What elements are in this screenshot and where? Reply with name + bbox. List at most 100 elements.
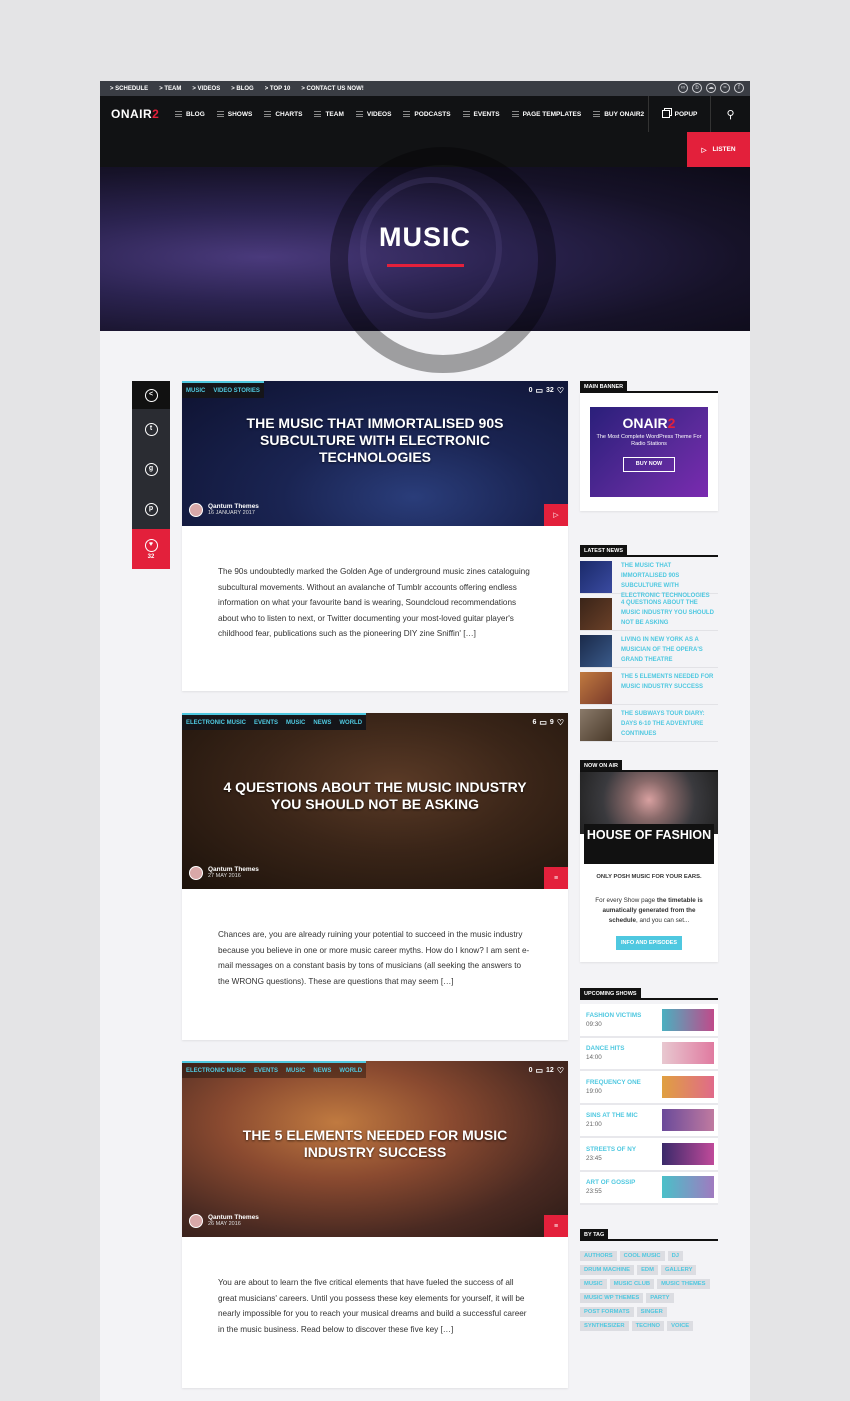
banner-ad[interactable]: ONAIR2 The Most Complete WordPress Theme… — [590, 407, 708, 497]
main-navbar: ONAIR2 BLOG SHOWS CHARTS TEAM VIDEOS POD… — [100, 96, 750, 132]
post-date: 27 MAY 2016 — [208, 873, 241, 879]
info-episodes-button[interactable]: INFO AND EPISODES — [616, 936, 682, 950]
tag-link[interactable]: MUSIC WP THEMES — [580, 1293, 644, 1303]
tag-link[interactable]: TECHNO — [631, 1321, 665, 1331]
show-title[interactable]: HOUSE OF FASHION — [584, 824, 714, 864]
tag-link[interactable]: DRUM MACHINE — [580, 1265, 635, 1275]
post-title[interactable]: THE MUSIC THAT IMMORTALISED 90S SUBCULTU… — [212, 415, 538, 466]
nav-item-label: BUY ONAIR2 — [604, 110, 645, 118]
list-item[interactable]: THE MUSIC THAT IMMORTALISED 90S SUBCULTU… — [580, 557, 718, 599]
top-link-schedule[interactable]: > SCHEDULE — [110, 86, 148, 92]
main-menu: BLOG SHOWS CHARTS TEAM VIDEOS PODCASTS E… — [175, 96, 644, 132]
tag-link[interactable]: COOL MUSIC — [619, 1251, 665, 1261]
search-button[interactable]: ⚲ — [710, 96, 750, 132]
tag-link[interactable]: MUSIC — [282, 713, 310, 730]
tag-link[interactable]: MUSIC — [580, 1279, 607, 1289]
tag-link[interactable]: EVENTS — [250, 713, 283, 730]
widget-title-label: LATEST NEWS — [580, 545, 628, 557]
news-title[interactable]: THE MUSIC THAT IMMORTALISED 90S SUBCULTU… — [621, 561, 718, 599]
tag-link[interactable]: PARTY — [646, 1293, 674, 1303]
list-item[interactable]: THE 5 ELEMENTS NEEDED FOR MUSIC INDUSTRY… — [580, 668, 718, 705]
text-format-icon[interactable]: ≡ — [544, 1215, 568, 1237]
buy-now-button[interactable]: BUY NOW — [623, 457, 675, 472]
list-item[interactable]: LIVING IN NEW YORK AS A MUSICIAN OF THE … — [580, 631, 718, 668]
tag-link[interactable]: MUSIC — [282, 1061, 310, 1078]
show-time: 23:45 — [586, 1154, 602, 1162]
list-item[interactable]: SINS AT THE MIC 21:00 — [580, 1104, 718, 1138]
nav-item-team[interactable]: TEAM — [314, 111, 344, 118]
share-toggle[interactable]: < — [132, 381, 170, 409]
news-title[interactable]: THE SUBWAYS TOUR DIARY: DAYS 6-10 THE AD… — [621, 709, 718, 737]
nav-item-blog[interactable]: BLOG — [175, 111, 205, 118]
listen-button[interactable]: ▷ LISTEN — [687, 132, 750, 167]
site-logo[interactable]: ONAIR2 — [111, 107, 159, 121]
news-title[interactable]: THE 5 ELEMENTS NEEDED FOR MUSIC INDUSTRY… — [621, 672, 718, 700]
show-thumbnail — [662, 1109, 714, 1132]
tag-link[interactable]: NEWS — [309, 1061, 336, 1078]
tag-link[interactable]: ELECTRONIC MUSIC — [182, 713, 250, 730]
video-format-icon[interactable]: ▷ — [544, 504, 568, 526]
nav-item-podcasts[interactable]: PODCASTS — [403, 111, 451, 118]
top-link-contact[interactable]: > CONTACT US NOW! — [301, 86, 363, 92]
news-title[interactable]: 4 QUESTIONS ABOUT THE MUSIC INDUSTRY YOU… — [621, 598, 718, 626]
tag-link[interactable]: ELECTRONIC MUSIC — [182, 1061, 250, 1078]
news-title[interactable]: LIVING IN NEW YORK AS A MUSICIAN OF THE … — [621, 635, 718, 663]
top-link-videos[interactable]: > VIDEOS — [192, 86, 220, 92]
mixcloud-icon[interactable]: ∞ — [678, 83, 688, 93]
post-date: 26 MAY 2016 — [208, 1221, 241, 1227]
nav-item-shows[interactable]: SHOWS — [216, 111, 252, 118]
menu-lines-icon — [314, 111, 322, 117]
tag-link[interactable]: VOICE — [667, 1321, 694, 1331]
nav-item-videos[interactable]: VIDEOS — [355, 111, 391, 118]
post-title[interactable]: THE 5 ELEMENTS NEEDED FOR MUSIC INDUSTRY… — [212, 1127, 538, 1161]
nav-item-charts[interactable]: CHARTS — [264, 111, 302, 118]
widget-title: BY TAG — [580, 1229, 718, 1241]
like-button[interactable]: ♥ 32 — [132, 529, 170, 569]
nav-item-events[interactable]: EVENTS — [462, 111, 500, 118]
list-item[interactable]: FASHION VICTIMS 09:30 — [580, 1004, 718, 1038]
post-author[interactable]: Qantum Themes 16 JANUARY 2017 — [189, 503, 259, 517]
tag-link[interactable]: POST FORMATS — [580, 1307, 634, 1317]
list-item[interactable]: FREQUENCY ONE 19:00 — [580, 1071, 718, 1105]
tag-link[interactable]: MUSIC — [182, 381, 210, 398]
post-author[interactable]: Qantum Themes 26 MAY 2016 — [189, 1214, 259, 1228]
top-link-top10[interactable]: > TOP 10 — [265, 86, 291, 92]
list-item[interactable]: 4 QUESTIONS ABOUT THE MUSIC INDUSTRY YOU… — [580, 594, 718, 631]
tag-link[interactable]: MUSIC THEMES — [657, 1279, 710, 1289]
top-link-team[interactable]: > TEAM — [159, 86, 181, 92]
soundcloud-icon[interactable]: ☁ — [706, 83, 716, 93]
news-thumbnail — [580, 709, 612, 741]
share-google[interactable]: g — [132, 449, 170, 489]
tag-link[interactable]: SINGER — [636, 1307, 667, 1317]
tag-link[interactable]: GALLERY — [660, 1265, 697, 1275]
post-image[interactable]: ELECTRONIC MUSIC EVENTS MUSIC NEWS WORLD… — [182, 1061, 568, 1237]
top-link-blog[interactable]: > BLOG — [231, 86, 254, 92]
share-twitter[interactable]: t — [132, 409, 170, 449]
tag-link[interactable]: NEWS — [309, 713, 336, 730]
tag-link[interactable]: VIDEO STORIES — [209, 381, 264, 398]
tag-link[interactable]: WORLD — [335, 713, 367, 730]
tag-link[interactable]: DJ — [667, 1251, 684, 1261]
spotify-icon[interactable]: ≈ — [720, 83, 730, 93]
nav-item-page-templates[interactable]: PAGE TEMPLATES — [511, 111, 581, 118]
tag-link[interactable]: AUTHORS — [580, 1251, 617, 1261]
list-item[interactable]: STREETS OF NY 23:45 — [580, 1138, 718, 1172]
post-title[interactable]: 4 QUESTIONS ABOUT THE MUSIC INDUSTRY YOU… — [212, 779, 538, 813]
tag-link[interactable]: EVENTS — [250, 1061, 283, 1078]
tag-link[interactable]: MUSIC CLUB — [609, 1279, 655, 1289]
nav-item-buy[interactable]: BUY ONAIR2 — [593, 111, 644, 118]
list-item[interactable]: DANCE HITS 14:00 — [580, 1037, 718, 1071]
post-image[interactable]: MUSIC VIDEO STORIES 0 ▭ 32 ♡ THE MUSIC THA… — [182, 381, 568, 526]
list-item[interactable]: ART OF GOSSIP 23:55 — [580, 1171, 718, 1205]
text-format-icon[interactable]: ≡ — [544, 867, 568, 889]
beatport-icon[interactable]: b — [692, 83, 702, 93]
tag-link[interactable]: WORLD — [335, 1061, 367, 1078]
popup-button[interactable]: POPUP — [648, 96, 710, 132]
list-item[interactable]: THE SUBWAYS TOUR DIARY: DAYS 6-10 THE AD… — [580, 705, 718, 742]
tag-link[interactable]: SYNTHESIZER — [580, 1321, 629, 1331]
post-image[interactable]: ELECTRONIC MUSIC EVENTS MUSIC NEWS WORLD… — [182, 713, 568, 889]
post-author[interactable]: Qantum Themes 27 MAY 2016 — [189, 866, 259, 880]
facebook-icon[interactable]: f — [734, 83, 744, 93]
tag-link[interactable]: EDM — [637, 1265, 658, 1275]
share-pinterest[interactable]: p — [132, 489, 170, 529]
